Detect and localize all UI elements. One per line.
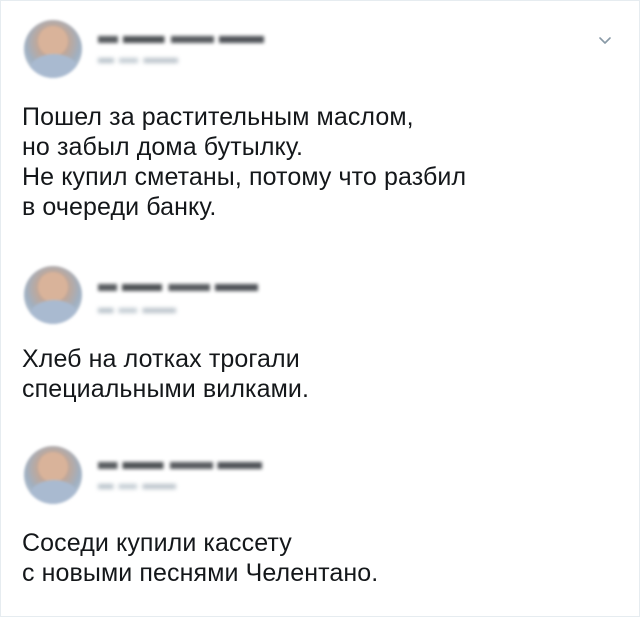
author-handle[interactable] bbox=[98, 484, 176, 489]
avatar[interactable] bbox=[24, 20, 82, 78]
chevron-down-icon[interactable] bbox=[598, 34, 612, 48]
author-handle[interactable] bbox=[98, 308, 176, 313]
tweet-line: специальными вилками. bbox=[22, 375, 310, 403]
avatar[interactable] bbox=[24, 266, 82, 324]
author-handle[interactable] bbox=[98, 58, 178, 63]
tweet-text: Пошел за растительным маслом, но забыл д… bbox=[22, 102, 466, 222]
tweet-line: Соседи купили кассету bbox=[22, 529, 292, 557]
tweet-line: Хлеб на лотках трогали bbox=[22, 345, 300, 373]
tweet-line: но забыл дома бутылку. bbox=[22, 133, 304, 161]
tweet-line: в очереди банку. bbox=[22, 193, 217, 221]
tweet-line: Пошел за растительным маслом, bbox=[22, 103, 414, 131]
author-name[interactable] bbox=[98, 36, 264, 43]
screenshot-frame bbox=[0, 0, 640, 617]
tweet-text: Хлеб на лотках трогали специальными вилк… bbox=[22, 344, 309, 404]
avatar[interactable] bbox=[24, 446, 82, 504]
tweet-line: с новыми песнями Челентано. bbox=[22, 559, 379, 587]
tweet-text: Соседи купили кассету с новыми песнями Ч… bbox=[22, 528, 378, 588]
author-name[interactable] bbox=[98, 284, 258, 291]
author-name[interactable] bbox=[98, 462, 262, 469]
tweet-line: Не купил сметаны, потому что разбил bbox=[22, 163, 467, 191]
